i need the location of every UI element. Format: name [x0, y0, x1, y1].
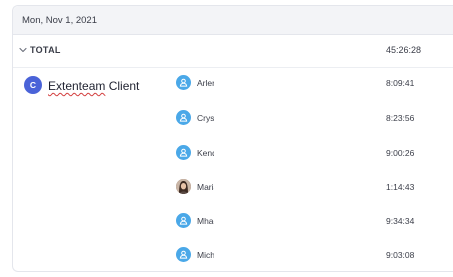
time-report-panel: Mon, Nov 1, 2021 TOTAL 45:26:28 C Extent…	[12, 5, 453, 272]
client-initial: C	[29, 80, 37, 90]
user-time: 8:23:56	[386, 113, 415, 123]
client-avatar: C	[24, 76, 42, 94]
user-name: Crystal	[197, 113, 214, 123]
user-row[interactable]: Arlene 8:09:41	[176, 75, 446, 91]
client-name-first-word: Extenteam	[48, 79, 106, 93]
user-time: 9:34:34	[386, 216, 415, 226]
user-row[interactable]: Mhae 9:34:34	[176, 213, 446, 229]
user-time: 9:00:26	[386, 148, 415, 158]
user-name: Kendra	[197, 148, 214, 158]
user-name: Arlene	[197, 78, 214, 88]
user-name: Michelle	[197, 250, 214, 260]
total-row[interactable]: TOTAL 45:26:28	[13, 35, 453, 68]
user-row[interactable]: Maria 1:14:43	[176, 179, 446, 195]
client-name-rest: Client	[105, 79, 140, 93]
total-label: TOTAL	[30, 45, 61, 55]
user-name: Mhae	[197, 216, 214, 226]
user-icon	[176, 145, 191, 160]
user-row[interactable]: Crystal 8:23:56	[176, 110, 446, 126]
user-icon	[176, 213, 191, 228]
user-time: 1:14:43	[386, 182, 415, 192]
user-time: 8:09:41	[386, 78, 415, 88]
user-name: Maria	[197, 182, 214, 192]
total-time: 45:26:28	[386, 45, 422, 55]
user-photo-avatar	[176, 179, 191, 194]
user-row[interactable]: Kendra 9:00:26	[176, 145, 446, 161]
user-icon	[176, 75, 191, 90]
client-name: Extenteam Client	[48, 79, 139, 93]
date-header: Mon, Nov 1, 2021	[13, 6, 453, 35]
user-icon	[176, 110, 191, 125]
user-icon	[176, 247, 191, 262]
chevron-down-icon[interactable]	[18, 45, 28, 55]
date-label: Mon, Nov 1, 2021	[22, 14, 97, 26]
user-time: 9:03:08	[386, 250, 415, 260]
user-row[interactable]: Michelle 9:03:08	[176, 247, 446, 263]
